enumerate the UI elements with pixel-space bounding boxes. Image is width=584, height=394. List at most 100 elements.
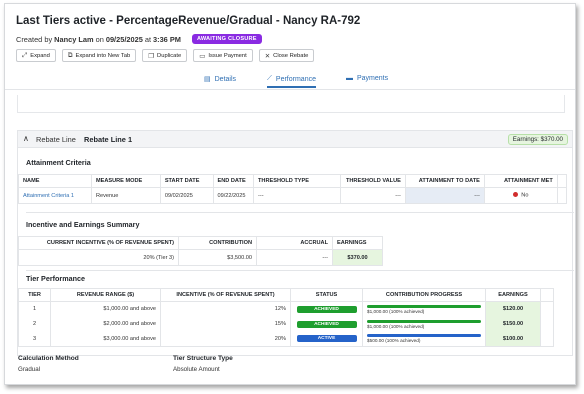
contribution-progress-cell: $1,000.00 (100% achieved) bbox=[362, 301, 486, 317]
rebate-line-label: Rebate Line bbox=[36, 135, 76, 144]
table-header-row: TIER REVENUE RANGE ($) INCENTIVE (% OF R… bbox=[18, 288, 554, 302]
created-on-prefix: on bbox=[95, 34, 104, 44]
calculation-method-label: Calculation Method bbox=[18, 355, 79, 362]
close-icon: ✕ bbox=[264, 52, 271, 60]
tier-cell: 3 bbox=[18, 331, 51, 347]
card-icon: ▬ bbox=[346, 75, 353, 82]
table-row: Attainment Criteria 1 Revenue 09/02/2025… bbox=[18, 187, 567, 204]
col-status: STATUS bbox=[290, 288, 363, 302]
duplicate-icon: ❐ bbox=[148, 52, 155, 60]
duplicate-label: Duplicate bbox=[157, 52, 182, 59]
col-spacer bbox=[557, 175, 566, 188]
progress-bar-fill bbox=[367, 334, 481, 338]
measure-mode-cell: Revenue bbox=[91, 187, 161, 204]
threshold-type-cell: --- bbox=[253, 187, 342, 204]
contribution-progress-cell: $1,000.00 (100% achieved) bbox=[362, 316, 486, 332]
expand-new-tab-label: Expand into New Tab bbox=[75, 52, 131, 59]
incentive-title: Incentive and Earnings Summary bbox=[26, 220, 140, 229]
tier-cell: 2 bbox=[18, 316, 51, 332]
col-accrual: ACCRUAL bbox=[256, 236, 333, 250]
incentive-cell: 20% bbox=[160, 331, 291, 347]
incentive-cell: 15% bbox=[160, 316, 291, 332]
payment-icon: ▭ bbox=[199, 52, 206, 60]
rebate-detail-panel: Last Tiers active - PercentageRevenue/Gr… bbox=[4, 3, 576, 385]
col-tier: TIER bbox=[18, 288, 51, 302]
progress-text: $500.00 (100% achieved) bbox=[367, 338, 421, 344]
status-badge: AWAITING CLOSURE bbox=[191, 34, 262, 44]
created-prefix: Created by bbox=[16, 34, 53, 44]
status-badge: ACHIEVED bbox=[296, 320, 357, 328]
spacer-cell bbox=[557, 188, 566, 204]
attainment-met-value: No bbox=[521, 192, 529, 199]
tab-bar: ▤ Details ⟋ Performance ▬ Payments bbox=[5, 72, 575, 90]
col-earnings: EARNINGS bbox=[485, 288, 541, 302]
issue-payment-label: Issue Payment bbox=[208, 52, 247, 59]
progress-bar-fill bbox=[367, 319, 481, 323]
attainment-to-date-cell: --- bbox=[405, 187, 485, 204]
tier-structure-label: Tier Structure Type bbox=[173, 355, 233, 362]
details-icon: ▤ bbox=[204, 76, 211, 83]
tier-performance-table: TIER REVENUE RANGE ($) INCENTIVE (% OF R… bbox=[18, 288, 554, 347]
status-cell: ACTIVE bbox=[290, 331, 363, 347]
status-badge: ACHIEVED bbox=[296, 305, 357, 313]
spacer-cell bbox=[541, 302, 554, 317]
expand-label: Expand bbox=[30, 52, 50, 59]
tab-details-label: Details bbox=[214, 75, 237, 83]
tab-payments[interactable]: ▬ Payments bbox=[346, 75, 388, 82]
contribution-progress-cell: $500.00 (100% achieved) bbox=[362, 331, 486, 347]
revenue-range-cell: $1,000.00 and above bbox=[50, 301, 161, 317]
calculation-method-value: Gradual bbox=[18, 366, 41, 373]
table-header-row: NAME MEASURE MODE START DATE END DATE TH… bbox=[18, 174, 567, 188]
duplicate-button[interactable]: ❐ Duplicate bbox=[142, 49, 188, 62]
col-attainment-met: ATTAINMENT MET bbox=[484, 174, 558, 188]
revenue-range-cell: $3,000.00 and above bbox=[50, 331, 161, 347]
tier-structure-value: Absolute Amount bbox=[173, 366, 220, 373]
attainment-met-cell: No bbox=[484, 187, 558, 204]
attainment-name-link[interactable]: Attainment Criteria 1 bbox=[18, 187, 92, 204]
col-contribution: CONTRIBUTION bbox=[178, 236, 257, 250]
expand-button[interactable]: ⤢ Expand bbox=[16, 49, 56, 62]
spacer-cell bbox=[541, 332, 554, 347]
contribution-cell: $3,500.00 bbox=[178, 249, 257, 266]
created-by: Nancy Lam bbox=[54, 34, 94, 44]
earnings-badge: Earnings: $370.00 bbox=[507, 134, 568, 145]
current-incentive-cell: 20% (Tier 3) bbox=[18, 249, 179, 266]
tier-rows: 1 $1,000.00 and above 12% ACHIEVED $1,000.00… bbox=[18, 301, 554, 347]
issue-payment-button[interactable]: ▭ Issue Payment bbox=[193, 49, 253, 62]
col-contribution-progress: CONTRIBUTION PROGRESS bbox=[362, 288, 486, 302]
revenue-range-cell: $2,000.00 and above bbox=[50, 316, 161, 332]
divider bbox=[26, 212, 574, 213]
tab-performance[interactable]: ⟋ Performance bbox=[267, 75, 316, 88]
status-cell: ACHIEVED bbox=[290, 316, 363, 332]
status-cell: ACHIEVED bbox=[290, 301, 363, 317]
table-row: 20% (Tier 3) $3,500.00 --- $370.00 bbox=[18, 249, 383, 266]
rebate-line-header[interactable]: ∧ Rebate Line Rebate Line 1 Earnings: $3… bbox=[18, 131, 572, 148]
close-rebate-button[interactable]: ✕ Close Rebate bbox=[258, 49, 315, 62]
progress-bar bbox=[367, 334, 481, 338]
earnings-cell: $100.00 bbox=[485, 331, 541, 347]
col-end-date: END DATE bbox=[213, 174, 255, 188]
tab-details[interactable]: ▤ Details bbox=[204, 75, 237, 84]
chevron-up-icon[interactable]: ∧ bbox=[23, 134, 29, 143]
close-rebate-label: Close Rebate bbox=[273, 52, 309, 59]
table-row: 2 $2,000.00 and above 15% ACHIEVED $1,000.00… bbox=[18, 316, 554, 332]
col-start-date: START DATE bbox=[160, 174, 214, 188]
progress-text: $1,000.00 (100% achieved) bbox=[367, 323, 425, 329]
x-circle-icon bbox=[513, 192, 519, 198]
col-spacer bbox=[541, 289, 554, 302]
earnings-cell: $120.00 bbox=[485, 301, 541, 317]
new-tab-icon: ⧉ bbox=[67, 51, 73, 59]
accrual-cell: --- bbox=[256, 249, 333, 266]
divider bbox=[26, 270, 574, 271]
action-toolbar: ⤢ Expand ⧉ Expand into New Tab ❐ Duplicate … bbox=[16, 49, 315, 62]
attainment-table: NAME MEASURE MODE START DATE END DATE TH… bbox=[18, 174, 567, 204]
col-earnings: EARNINGS bbox=[337, 240, 367, 246]
col-revenue-range: REVENUE RANGE ($) bbox=[50, 288, 161, 302]
expand-new-tab-button[interactable]: ⧉ Expand into New Tab bbox=[61, 49, 137, 62]
tab-payments-label: Payments bbox=[357, 75, 389, 82]
start-date-cell: 09/02/2025 bbox=[160, 187, 214, 204]
created-date: 09/25/2025 bbox=[105, 34, 143, 44]
incentive-cell: 12% bbox=[160, 301, 291, 317]
col-name: NAME bbox=[18, 174, 92, 188]
progress-bar bbox=[367, 304, 481, 308]
